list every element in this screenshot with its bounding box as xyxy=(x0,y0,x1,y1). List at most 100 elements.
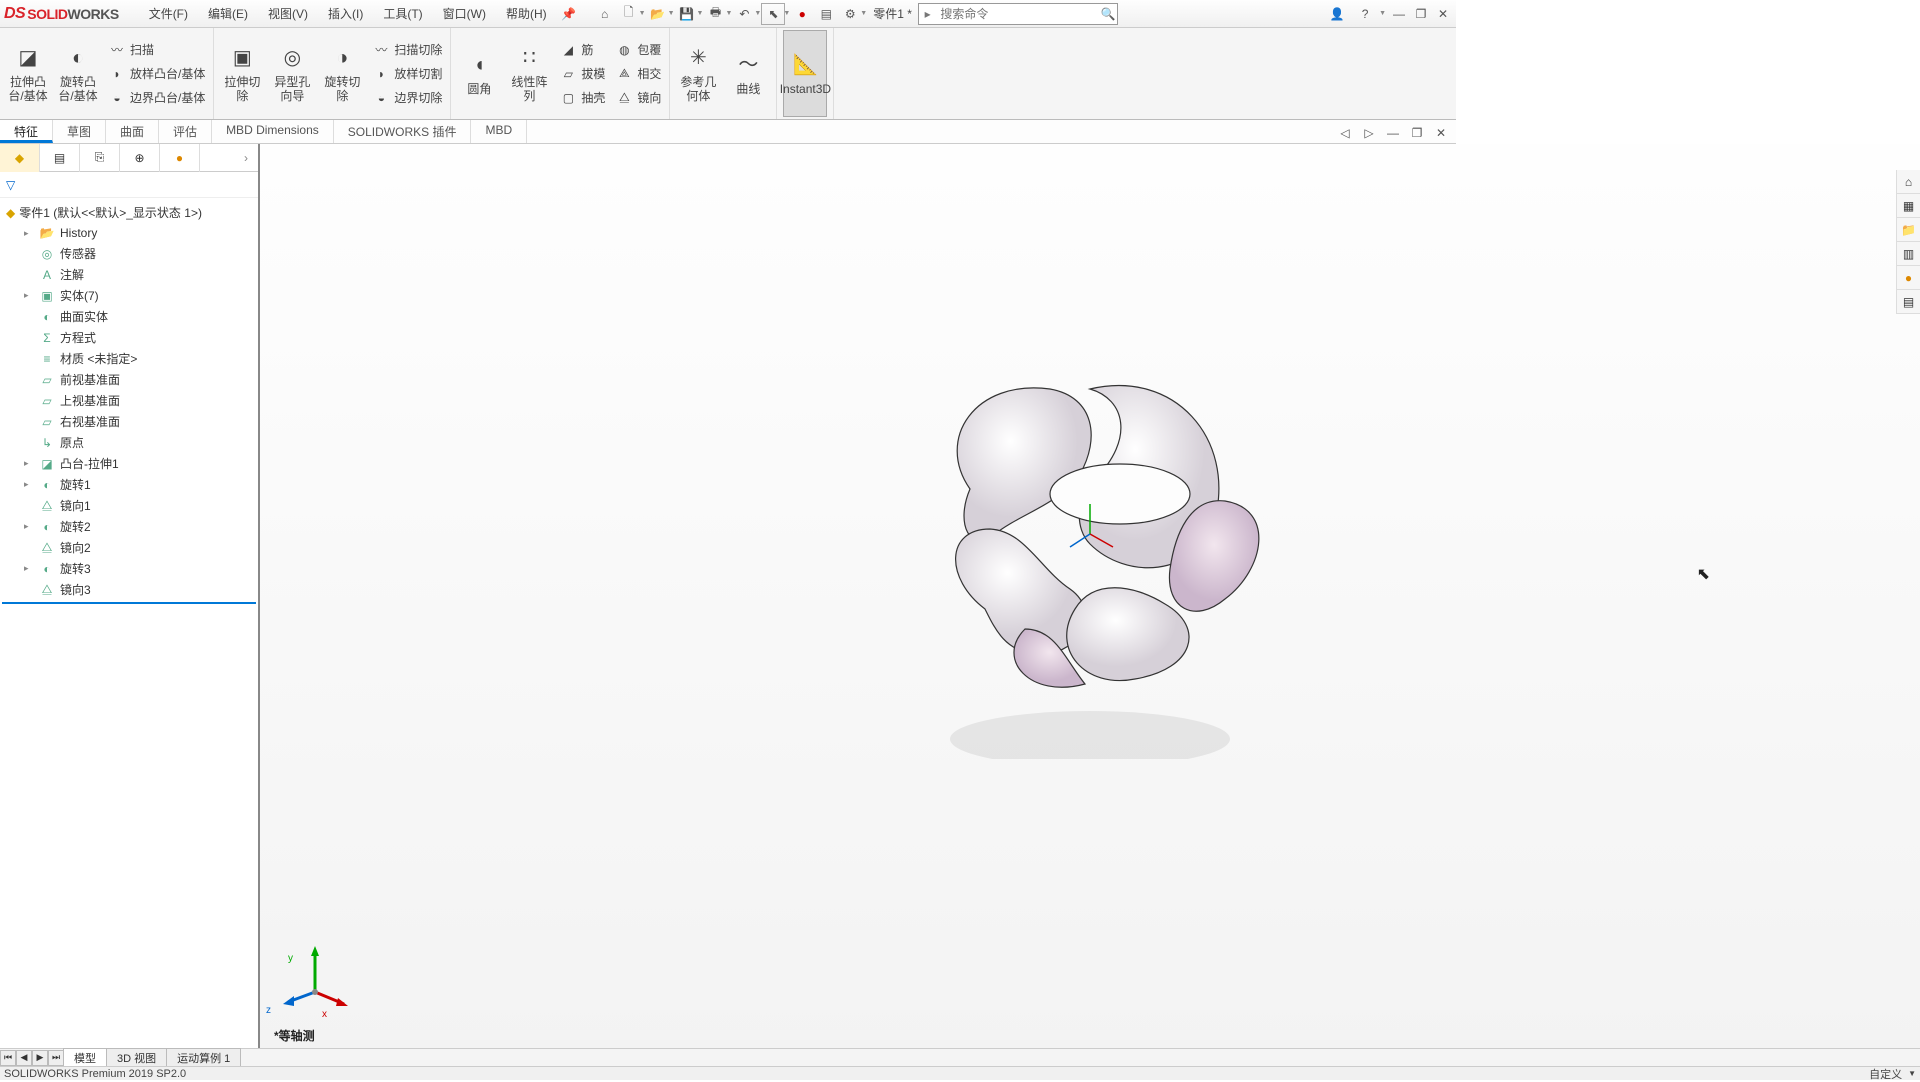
task-view-palette-icon[interactable]: ▥ xyxy=(1897,242,1920,266)
tab-nav-next[interactable]: ▶ xyxy=(32,1050,48,1066)
restore-icon[interactable]: ❐ xyxy=(1412,3,1430,25)
tab-nav-first[interactable]: ⏮ xyxy=(0,1050,16,1066)
menu-tools[interactable]: 工具(T) xyxy=(373,1,432,26)
shell-button[interactable]: ▢抽壳 xyxy=(557,88,607,108)
mirror-button[interactable]: ⧋镜向 xyxy=(613,88,663,108)
revolve-boss-button[interactable]: ◐旋转凸台/基体 xyxy=(56,30,100,117)
select-icon[interactable]: ⬉ xyxy=(761,3,785,25)
tab-surfaces[interactable]: 曲面 xyxy=(106,120,159,143)
task-appearances-icon[interactable]: ● xyxy=(1897,266,1920,290)
pin-icon[interactable]: 📌 xyxy=(557,3,581,25)
tree-node[interactable]: ▱右视基准面 xyxy=(2,411,256,432)
linear-pattern-button[interactable]: ∷线性阵列 xyxy=(507,30,551,117)
rebuild-icon[interactable]: ● xyxy=(790,3,814,25)
task-resources-icon[interactable]: ▦ xyxy=(1897,194,1920,218)
revolve-cut-button[interactable]: ◑旋转切除 xyxy=(320,30,364,117)
tab-sketch[interactable]: 草图 xyxy=(53,120,106,143)
bottom-tab-motion[interactable]: 运动算例 1 xyxy=(166,1048,241,1068)
menu-edit[interactable]: 编辑(E) xyxy=(198,1,258,26)
new-icon[interactable]: 🗋 xyxy=(617,3,641,25)
curves-button[interactable]: 〜曲线 xyxy=(726,30,770,117)
tree-node[interactable]: ⧋镜向2 xyxy=(2,537,256,558)
menu-help[interactable]: 帮助(H) xyxy=(496,1,557,26)
tab-evaluate[interactable]: 评估 xyxy=(159,120,212,143)
tree-node[interactable]: ≡材质 <未指定> xyxy=(2,348,256,369)
rib-button[interactable]: ◢筋 xyxy=(557,40,607,60)
doc-close-icon[interactable]: ✕ xyxy=(1432,122,1450,144)
save-icon[interactable]: 💾 xyxy=(675,3,699,25)
hole-wizard-button[interactable]: ◎异型孔向导 xyxy=(270,30,314,117)
task-library-icon[interactable]: 📁 xyxy=(1897,218,1920,242)
tab-nav-last[interactable]: ⏭ xyxy=(48,1050,64,1066)
reference-geometry-button[interactable]: ✳参考几何体 xyxy=(676,30,720,117)
draft-button[interactable]: ▱拔模 xyxy=(557,64,607,84)
close-icon[interactable]: ✕ xyxy=(1434,3,1452,25)
loft-button[interactable]: ◗放样凸台/基体 xyxy=(106,64,207,84)
instant3d-button[interactable]: 📐Instant3D xyxy=(783,30,827,117)
filter-icon[interactable]: ▽ xyxy=(6,178,15,192)
loft-cut-button[interactable]: ◗放样切割 xyxy=(370,64,444,84)
tree-node[interactable]: ▸◪凸台-拉伸1 xyxy=(2,453,256,474)
tab-solidworks-addins[interactable]: SOLIDWORKS 插件 xyxy=(334,120,472,143)
doc-minimize-icon[interactable]: — xyxy=(1384,122,1402,144)
home-icon[interactable]: ⌂ xyxy=(593,3,617,25)
configuration-tab[interactable]: ⎘ xyxy=(80,144,120,172)
options-form-icon[interactable]: ▤ xyxy=(814,3,838,25)
extrude-cut-button[interactable]: ▣拉伸切除 xyxy=(220,30,264,117)
extrude-boss-button[interactable]: ◪拉伸凸台/基体 xyxy=(6,30,50,117)
feature-tree-tab[interactable]: ◆ xyxy=(0,144,40,172)
tree-node[interactable]: ▸◐旋转2 xyxy=(2,516,256,537)
tree-node[interactable]: ↳原点 xyxy=(2,432,256,453)
fillet-button[interactable]: ◖圆角 xyxy=(457,30,501,117)
tab-mbd[interactable]: MBD xyxy=(471,120,527,143)
tree-node[interactable]: A注解 xyxy=(2,264,256,285)
tree-node[interactable]: ◐曲面实体 xyxy=(2,306,256,327)
tree-node[interactable]: Σ方程式 xyxy=(2,327,256,348)
tree-node[interactable]: ⧋镜向3 xyxy=(2,579,256,600)
property-manager-tab[interactable]: ▤ xyxy=(40,144,80,172)
sweep-button[interactable]: 〰扫描 xyxy=(106,40,207,60)
tree-node[interactable]: ◎传感器 xyxy=(2,243,256,264)
open-icon[interactable]: 📂 xyxy=(646,3,670,25)
tree-node[interactable]: ▱上视基准面 xyxy=(2,390,256,411)
panel-expand-icon[interactable]: › xyxy=(234,151,258,165)
task-custom-props-icon[interactable]: ▤ xyxy=(1897,290,1920,314)
minimize-icon[interactable]: — xyxy=(1390,3,1408,25)
tab-features[interactable]: 特征 xyxy=(0,120,53,143)
undo-icon[interactable]: ↶ xyxy=(732,3,756,25)
intersect-button[interactable]: ⟁相交 xyxy=(613,64,663,84)
search-input[interactable] xyxy=(936,7,1099,21)
help-icon[interactable]: ? xyxy=(1353,3,1377,25)
dimxpert-tab[interactable]: ⊕ xyxy=(120,144,160,172)
tree-node[interactable]: ▱前视基准面 xyxy=(2,369,256,390)
bottom-tab-3dview[interactable]: 3D 视图 xyxy=(106,1048,167,1068)
boundary-button[interactable]: ◒边界凸台/基体 xyxy=(106,88,207,108)
menu-window[interactable]: 窗口(W) xyxy=(433,1,496,26)
settings-icon[interactable]: ⚙ xyxy=(838,3,862,25)
wrap-button[interactable]: ◍包覆 xyxy=(613,40,663,60)
task-home-icon[interactable]: ⌂ xyxy=(1897,170,1920,194)
search-icon[interactable]: 🔍 xyxy=(1099,7,1117,21)
search-box[interactable]: ▸ 🔍 xyxy=(918,3,1118,25)
user-icon[interactable]: 👤 xyxy=(1325,3,1349,25)
bottom-tab-model[interactable]: 模型 xyxy=(63,1048,107,1068)
doc-restore-icon[interactable]: ❐ xyxy=(1408,122,1426,144)
tab-mbd-dimensions[interactable]: MBD Dimensions xyxy=(212,120,334,143)
tree-node[interactable]: ▸◐旋转3 xyxy=(2,558,256,579)
doc-prev-icon[interactable]: ◁ xyxy=(1336,122,1354,144)
status-units-dropdown-icon[interactable]: ▼ xyxy=(1908,1069,1916,1078)
graphics-viewport[interactable]: y x z *等轴测 ⬉ xyxy=(260,144,1920,1052)
menu-view[interactable]: 视图(V) xyxy=(258,1,318,26)
status-units[interactable]: 自定义 xyxy=(1869,1066,1902,1082)
display-manager-tab[interactable]: ● xyxy=(160,144,200,172)
tree-root[interactable]: ◆ 零件1 (默认<<默认>_显示状态 1>) xyxy=(2,202,256,223)
tab-nav-prev[interactable]: ◀ xyxy=(16,1050,32,1066)
tree-node[interactable]: ▸▣实体(7) xyxy=(2,285,256,306)
tree-node[interactable]: ⧋镜向1 xyxy=(2,495,256,516)
menu-insert[interactable]: 插入(I) xyxy=(318,1,373,26)
menu-file[interactable]: 文件(F) xyxy=(139,1,198,26)
doc-next-icon[interactable]: ▷ xyxy=(1360,122,1378,144)
sweep-cut-button[interactable]: 〰扫描切除 xyxy=(370,40,444,60)
tree-node[interactable]: ▸◐旋转1 xyxy=(2,474,256,495)
tree-node[interactable]: ▸📂History xyxy=(2,223,256,243)
